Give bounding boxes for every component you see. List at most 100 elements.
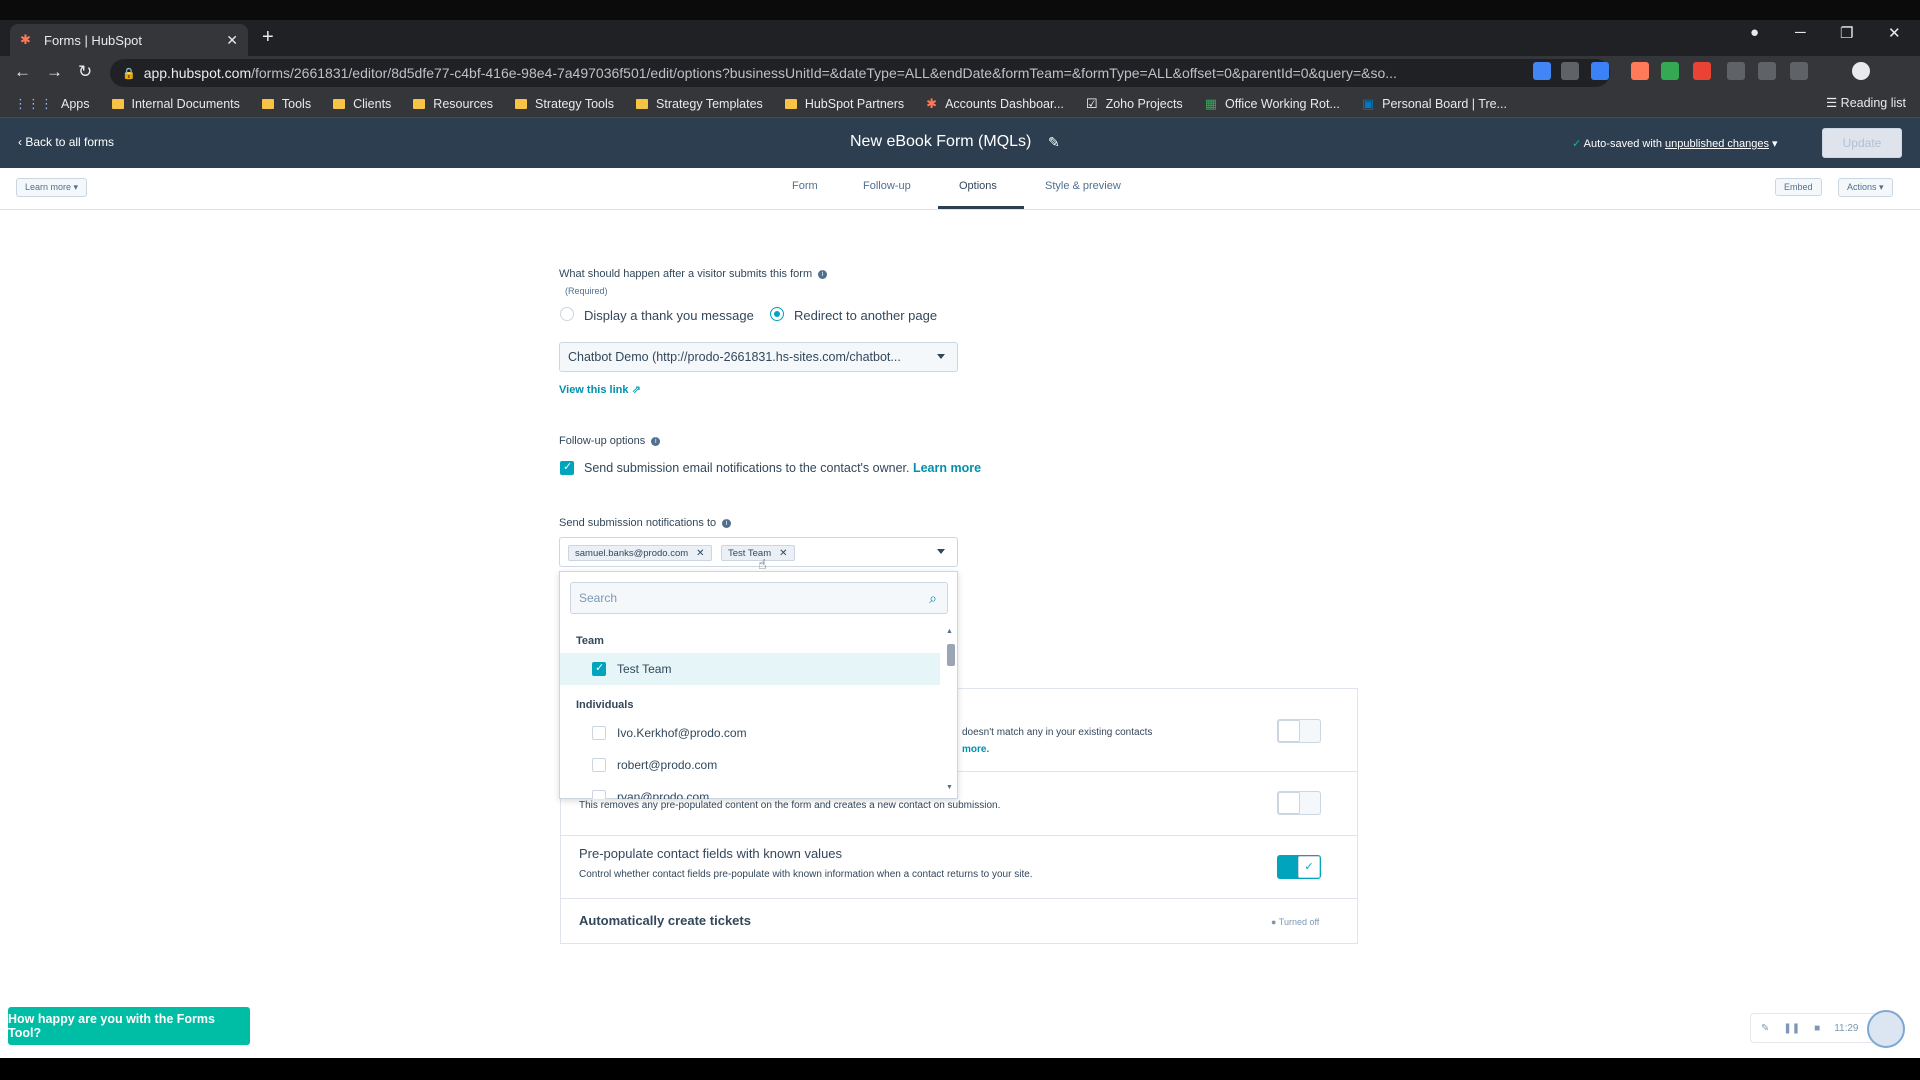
reading-list[interactable]: ☰ Reading list (1826, 95, 1906, 110)
back-to-all-forms-link[interactable]: ‹ Back to all forms (18, 135, 114, 149)
item-checkbox[interactable] (592, 790, 606, 799)
embed-button[interactable]: Embed (1775, 178, 1822, 196)
bookmark-strategy-tools[interactable]: Strategy Tools (515, 97, 614, 111)
active-tab-indicator (938, 206, 1024, 209)
browser-tab[interactable]: ✱ Forms | HubSpot ✕ (10, 24, 248, 56)
avatar[interactable] (1852, 62, 1870, 80)
owner-notification-checkbox[interactable] (560, 460, 574, 475)
scroll-thumb[interactable] (947, 644, 955, 666)
bookmark-clients[interactable]: Clients (333, 97, 391, 111)
view-this-link[interactable]: View this link ⇗ (559, 383, 641, 396)
extension-icon[interactable] (1693, 62, 1711, 80)
learn-more-link[interactable]: Learn more (913, 461, 981, 475)
dropdown-scrollbar[interactable]: ▲ ▼ (945, 628, 955, 793)
minimize-icon[interactable]: ─ (1795, 24, 1806, 41)
tab-form[interactable]: Form (792, 180, 818, 192)
item-checkbox[interactable] (592, 726, 606, 740)
autosave-status[interactable]: ✓ Auto-saved with unpublished changes ▾ (1572, 137, 1778, 150)
back-arrow-icon[interactable]: ← (14, 62, 31, 82)
close-window-icon[interactable]: ✕ (1888, 24, 1901, 42)
media-icon[interactable] (1790, 62, 1808, 80)
rec-extension-icon[interactable] (1591, 62, 1609, 80)
info-icon[interactable]: i (722, 518, 732, 528)
apps-grid-icon: ⋮⋮⋮ (14, 95, 53, 111)
extension-icon[interactable] (1561, 62, 1579, 80)
dropdown-item-individual[interactable]: ryan@prodo.com (560, 781, 940, 799)
screen-top-bar (0, 0, 1920, 20)
scroll-up-icon[interactable]: ▲ (946, 628, 953, 635)
remove-chip-icon[interactable]: ✕ (696, 548, 704, 559)
stop-icon[interactable]: ■ (1814, 1023, 1820, 1034)
settings-row-1-desc: doesn't match any in your existing conta… (962, 727, 1153, 738)
settings-row-2-desc: This removes any pre-populated content o… (579, 800, 1001, 811)
dropdown-item-individual[interactable]: robert@prodo.com (560, 749, 940, 781)
extension-icon[interactable] (1661, 62, 1679, 80)
close-tab-icon[interactable]: ✕ (226, 32, 238, 49)
reading-list-icon: ☰ (1825, 96, 1841, 110)
remove-chip-icon[interactable]: ✕ (779, 548, 787, 559)
tab-style-preview[interactable]: Style & preview (1045, 180, 1121, 192)
tab-options[interactable]: Options (959, 180, 997, 192)
forms-feedback-button[interactable]: How happy are you with the Forms Tool? (8, 1007, 250, 1045)
prepopulate-toggle[interactable]: ✓ (1277, 855, 1321, 879)
dropdown-search-input[interactable]: Search ⌕ (570, 582, 948, 614)
item-checkbox[interactable] (592, 758, 606, 772)
screen-bottom-bar (0, 1058, 1920, 1080)
sheets-icon: ▦ (1204, 95, 1217, 111)
bookmark-resources[interactable]: Resources (413, 97, 493, 111)
pencil-icon[interactable]: ✎ (1048, 134, 1060, 151)
radio-redirect-label: Redirect to another page (794, 308, 938, 323)
dropdown-item-individual[interactable]: Ivo.Kerkhof@prodo.com (560, 717, 940, 749)
settings-row-1-toggle[interactable] (1277, 719, 1321, 743)
browser-tab-bar: ✱ Forms | HubSpot ✕ (0, 20, 1920, 56)
redirect-page-select[interactable]: Chatbot Demo (http://prodo-2661831.hs-si… (559, 342, 958, 372)
bookmark-apps[interactable]: ⋮⋮⋮ Apps (14, 96, 90, 112)
update-button[interactable]: Update (1822, 128, 1902, 158)
create-tickets-title: Automatically create tickets (579, 913, 751, 928)
extensions-puzzle-icon[interactable] (1758, 62, 1776, 80)
hubspot-extension-icon[interactable] (1631, 62, 1649, 80)
search-icon[interactable]: ⌕ (929, 590, 937, 607)
tab-follow-up[interactable]: Follow-up (863, 180, 911, 192)
check-icon: ✓ (1572, 138, 1584, 150)
address-bar[interactable]: 🔒 app.hubspot.com /forms/2661831/editor/… (110, 59, 1610, 87)
radio-thank-you[interactable] (560, 307, 574, 321)
info-icon[interactable]: i (651, 436, 661, 446)
learn-more-dropdown[interactable]: Learn more ▾ (16, 178, 88, 197)
pause-icon[interactable]: ❚❚ (1783, 1023, 1800, 1034)
item-checkbox[interactable] (592, 661, 606, 676)
forward-arrow-icon[interactable]: → (46, 62, 63, 82)
radio-redirect[interactable] (770, 307, 784, 321)
restore-icon[interactable]: ❐ (1840, 24, 1853, 42)
chat-launcher[interactable] (1867, 1010, 1905, 1048)
url-host: app.hubspot.com (143, 65, 252, 81)
extension-icon[interactable] (1727, 62, 1745, 80)
scroll-down-icon[interactable]: ▼ (946, 784, 953, 791)
folder-icon (784, 98, 797, 109)
bookmark-internal-documents[interactable]: Internal Documents (111, 97, 240, 111)
dropdown-item-test-team[interactable]: Test Team (560, 653, 940, 685)
bookmark-office-working-rota[interactable]: ▦ Office Working Rot... (1205, 96, 1340, 112)
folder-icon (333, 98, 346, 109)
recording-time: 11:29 (1834, 1022, 1859, 1034)
actions-dropdown[interactable]: Actions ▾ (1838, 178, 1893, 197)
folder-icon (636, 98, 649, 109)
lock-icon: 🔒 (122, 67, 136, 80)
info-icon[interactable]: i (818, 269, 828, 279)
bookmark-strategy-templates[interactable]: Strategy Templates (636, 97, 763, 111)
bookmark-tools[interactable]: Tools (261, 97, 311, 111)
prepopulate-desc: Control whether contact fields pre-popul… (579, 869, 1033, 880)
form-title: New eBook Form (MQLs) (850, 133, 1032, 150)
bookmark-zoho-projects[interactable]: ☑ Zoho Projects (1086, 96, 1183, 112)
new-tab-icon[interactable]: + (262, 26, 274, 49)
mouse-pointer-icon: ☝ (758, 556, 767, 572)
bookmark-personal-board[interactable]: ▣ Personal Board | Tre... (1362, 96, 1507, 112)
profile-dot-icon[interactable]: ● (1750, 24, 1759, 41)
bookmark-hubspot-partners[interactable]: HubSpot Partners (784, 97, 904, 111)
settings-row-2-toggle[interactable] (1277, 791, 1321, 815)
extension-icon[interactable] (1533, 62, 1551, 80)
bookmark-accounts-dashboard[interactable]: ✱ Accounts Dashboar... (926, 96, 1064, 112)
pen-icon[interactable]: ✎ (1761, 1023, 1769, 1034)
dropdown-group-team: Team (576, 635, 604, 647)
reload-icon[interactable]: ↻ (78, 62, 92, 82)
